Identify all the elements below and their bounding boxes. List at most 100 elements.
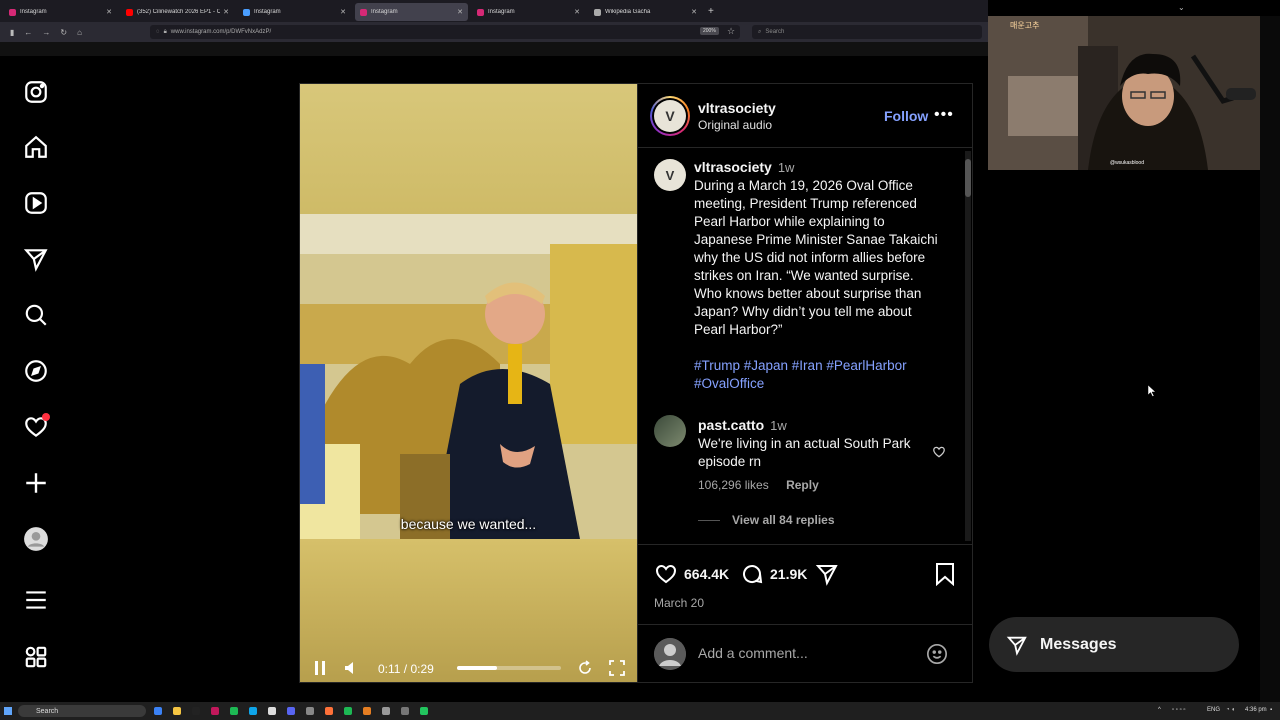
share-button[interactable] <box>815 561 839 587</box>
app-icon[interactable] <box>344 707 352 715</box>
create-plus-icon[interactable] <box>22 469 50 497</box>
notifications-heart-icon[interactable] <box>22 413 50 441</box>
scrollbar-thumb[interactable] <box>965 159 971 197</box>
profile-avatar-icon[interactable] <box>22 525 50 553</box>
browser-tab-6[interactable]: Wikipedia Gacha ✕ <box>589 3 702 21</box>
direct-messages-icon[interactable] <box>22 245 50 273</box>
app-icon[interactable] <box>211 707 219 715</box>
add-comment-bar <box>638 624 973 682</box>
app-icon[interactable] <box>382 707 390 715</box>
taskbar-search[interactable]: Search <box>18 705 146 717</box>
home-icon[interactable] <box>22 133 50 161</box>
reply-button[interactable]: Reply <box>786 478 819 492</box>
notification-bell-icon[interactable]: ▪ <box>1270 707 1272 713</box>
language-indicator[interactable]: ENG <box>1207 707 1220 713</box>
app-icon[interactable] <box>154 707 162 715</box>
emoji-icon[interactable] <box>926 643 948 665</box>
more-options-icon[interactable]: ••• <box>934 106 954 124</box>
share-icon <box>815 565 838 586</box>
follow-button[interactable]: Follow <box>884 108 928 124</box>
author-avatar[interactable]: V <box>650 96 690 136</box>
app-icon[interactable] <box>192 707 200 715</box>
close-icon[interactable]: ✕ <box>574 8 580 16</box>
firefox-icon[interactable] <box>325 707 333 715</box>
menu-hamburger-icon[interactable] <box>22 586 50 614</box>
close-icon[interactable]: ✕ <box>106 8 112 16</box>
shield-icon: ◌ <box>156 29 160 35</box>
url-bar[interactable]: ◌ 🔒︎ www.instagram.com/p/DWFvNxAdzP/ <box>150 25 740 39</box>
tab-label: (352) Cilinewatch 2026 EP1 - C... <box>137 9 221 15</box>
windows-start-icon[interactable] <box>4 707 12 715</box>
explore-compass-icon[interactable] <box>22 357 50 385</box>
comments-scrollbar[interactable] <box>965 151 971 541</box>
commenter-avatar[interactable] <box>654 415 686 447</box>
sidebar-icon[interactable]: ▮ <box>10 28 14 37</box>
app-icon[interactable] <box>420 707 428 715</box>
close-icon[interactable]: ✕ <box>691 8 697 16</box>
webcam-channel-logo: 매운고추 <box>1010 21 1040 30</box>
add-comment-input[interactable] <box>698 645 898 661</box>
app-icon[interactable] <box>287 707 295 715</box>
pause-icon[interactable] <box>310 658 330 678</box>
like-button[interactable]: 664.4K <box>654 561 729 587</box>
comment-text: We're living in an actual South Park epi… <box>698 436 911 469</box>
browser-tab-4-active[interactable]: Instagram ✕ <box>355 3 468 21</box>
folder-icon[interactable] <box>173 707 181 715</box>
clock[interactable]: 4:36 pm <box>1245 707 1267 713</box>
bookmark-icon <box>936 563 954 586</box>
zoom-level[interactable]: 200% <box>700 27 719 35</box>
tray-chevron-icon[interactable]: ^ <box>1158 707 1161 713</box>
comment-like-heart-icon[interactable] <box>932 445 946 464</box>
video-progress-bar[interactable] <box>457 666 561 670</box>
author-username[interactable]: vltrasociety <box>698 100 776 116</box>
tab-label: Instagram <box>371 9 398 15</box>
search-icon[interactable] <box>22 301 50 329</box>
spotify-icon[interactable] <box>230 707 238 715</box>
page-top-strip <box>0 42 988 56</box>
volume-icon[interactable] <box>341 658 361 678</box>
comment-button[interactable]: 21.9K <box>740 561 807 587</box>
instagram-logo-icon[interactable] <box>22 78 50 106</box>
view-replies-label: View all 84 replies <box>732 513 835 527</box>
reload-icon[interactable]: ↻ <box>60 28 67 37</box>
back-icon[interactable]: ← <box>24 28 32 37</box>
home-icon[interactable]: ⌂ <box>77 28 82 37</box>
post-caption: vltrasociety 1w During a March 19, 2026 O… <box>694 159 944 393</box>
replay-icon[interactable] <box>575 658 595 678</box>
also-from-meta-icon[interactable] <box>22 643 50 671</box>
wifi-volume-icons[interactable]: ◔ ◖ <box>1226 707 1235 713</box>
reels-icon[interactable] <box>22 189 50 217</box>
forward-icon[interactable]: → <box>42 28 50 37</box>
chevron-down-icon[interactable]: ⌄ <box>1178 3 1185 12</box>
browser-tab-3[interactable]: Instagram ✕ <box>238 3 351 21</box>
tray-icons[interactable]: ▫ ▫ ▫ ▫ <box>1172 707 1186 713</box>
instagram-favicon-icon <box>9 8 16 16</box>
app-icon[interactable] <box>363 707 371 715</box>
caption-username[interactable]: vltrasociety <box>694 159 772 175</box>
close-icon[interactable]: ✕ <box>223 8 229 16</box>
app-icon[interactable] <box>306 707 314 715</box>
caption-hashtags[interactable]: #Trump #Japan #Iran #PearlHarbor #OvalOf… <box>694 357 944 393</box>
comment-likes[interactable]: 106,296 likes <box>698 478 769 492</box>
url-text: www.instagram.com/p/DWFvNxAdzP/ <box>170 29 272 35</box>
reel-video[interactable]: because we wanted... 0:11 / 0:29 <box>300 84 637 682</box>
app-icon[interactable] <box>401 707 409 715</box>
close-icon[interactable]: ✕ <box>457 8 463 16</box>
browser-tab-2[interactable]: (352) Cilinewatch 2026 EP1 - C... ✕ <box>121 3 234 21</box>
close-icon[interactable]: ✕ <box>340 8 346 16</box>
comment-username[interactable]: past.catto <box>698 417 764 433</box>
page-right-scrollbar[interactable] <box>1260 16 1280 702</box>
new-tab-icon[interactable]: + <box>708 6 714 17</box>
save-button[interactable] <box>934 561 956 587</box>
caption-author-avatar[interactable]: V <box>654 159 686 191</box>
messages-button[interactable]: Messages <box>989 617 1239 672</box>
app-icon[interactable] <box>268 707 276 715</box>
browser-tab-5[interactable]: Instagram ✕ <box>472 3 585 21</box>
view-replies-link[interactable]: View all 84 replies <box>698 513 835 527</box>
audio-label[interactable]: Original audio <box>698 118 772 132</box>
browser-tab-1[interactable]: Instagram ✕ <box>4 3 117 21</box>
star-icon[interactable]: ☆ <box>727 26 735 37</box>
browser-search-input[interactable]: ⌕ Search <box>752 25 982 39</box>
fullscreen-icon[interactable] <box>607 658 627 678</box>
app-icon[interactable] <box>249 707 257 715</box>
